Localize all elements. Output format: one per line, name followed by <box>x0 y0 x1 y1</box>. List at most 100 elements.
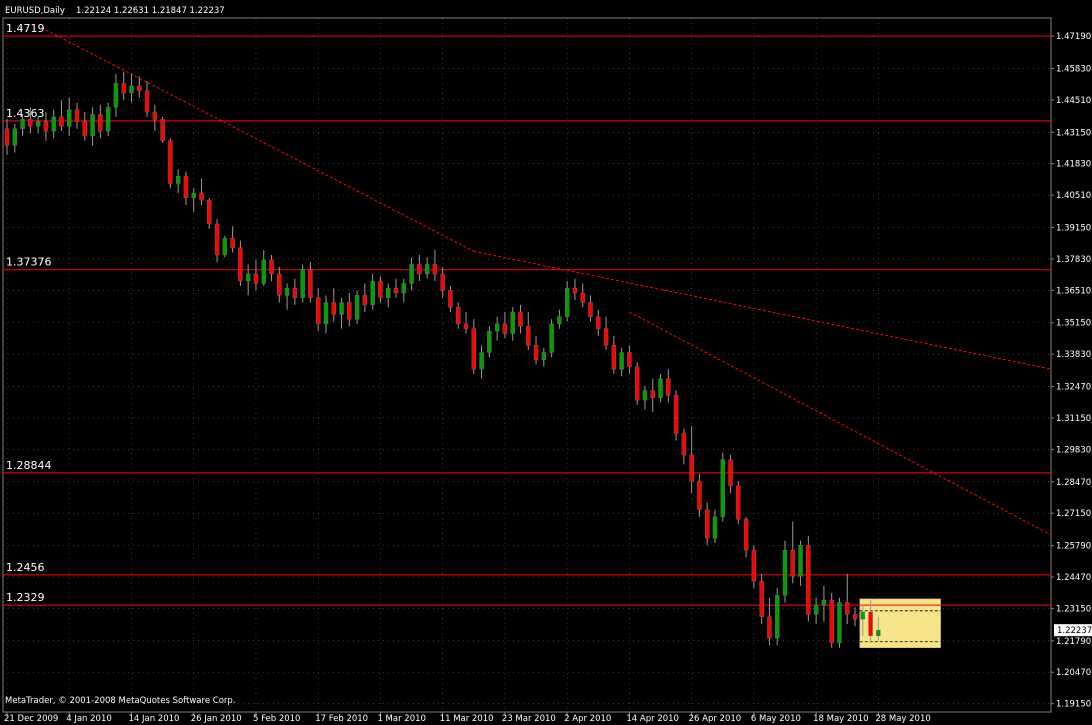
candle-body-bull <box>860 611 865 620</box>
candle-body-bull <box>557 316 562 325</box>
candle-body-bear <box>316 297 321 325</box>
candle-body-bear <box>362 295 368 306</box>
price-tick-label: 1.32470 <box>1056 383 1091 393</box>
price-tick-label: 1.21790 <box>1056 637 1091 647</box>
price-tick-label: 1.45830 <box>1056 64 1091 74</box>
candle-body-bear <box>137 85 142 91</box>
candle[interactable] <box>775 588 780 646</box>
chart-header-ohlc: 1.22124 1.22631 1.21847 1.22237 <box>76 6 225 16</box>
candle-body-bear <box>168 140 173 184</box>
candle-body-bull <box>564 288 570 317</box>
candle[interactable] <box>160 116 165 143</box>
time-tick-label: 28 May 2010 <box>875 714 930 724</box>
price-tick-label: 1.33830 <box>1056 350 1091 360</box>
price-tick-label: 1.25790 <box>1056 542 1091 552</box>
candle-body-bull <box>821 599 827 606</box>
candle-body-bear <box>152 111 158 120</box>
price-tick-label: 1.24470 <box>1056 573 1091 583</box>
candle-body-bull <box>720 459 725 517</box>
candle-body-bear <box>230 238 235 248</box>
time-tick-label: 17 Feb 2010 <box>315 714 368 724</box>
candle-body-bull <box>642 390 648 401</box>
candle[interactable] <box>806 535 811 622</box>
candle-body-bear <box>580 292 585 303</box>
candle-body-bull <box>105 107 111 132</box>
level-label: 1.2456 <box>6 561 45 574</box>
candle-body-bull <box>113 83 119 108</box>
candle[interactable] <box>759 573 764 624</box>
candle[interactable] <box>354 290 360 324</box>
candle-body-bear <box>845 602 850 615</box>
candle-body-bear <box>471 328 476 370</box>
candle-body-bull <box>261 259 266 284</box>
price-tick-label: 1.44510 <box>1056 96 1091 106</box>
candle-body-bull <box>401 283 406 294</box>
candle[interactable] <box>549 319 554 358</box>
candlestick-chart[interactable]: 1.4719 1.4363 1.37376 1.28844 1.2456 1.2329 1… <box>0 0 1092 725</box>
candle-body-bull <box>712 516 718 539</box>
candle-body-bull <box>370 280 375 306</box>
candle[interactable] <box>837 597 842 648</box>
candle-body-bear <box>417 264 422 275</box>
price-tick-label: 1.29830 <box>1056 445 1091 455</box>
candle-body-bull <box>386 288 391 298</box>
candle[interactable] <box>222 235 228 258</box>
candle-body-bear <box>533 345 539 360</box>
level-label: 1.2329 <box>6 591 45 604</box>
candle-body-bear <box>526 326 531 346</box>
candle-body-bear <box>121 83 126 94</box>
candle-body-bear <box>331 302 336 315</box>
candle[interactable] <box>829 592 834 648</box>
candle[interactable] <box>168 138 173 189</box>
candle-body-bear <box>43 121 49 132</box>
candle[interactable] <box>105 102 111 136</box>
candle-body-bull <box>837 602 842 644</box>
candle[interactable] <box>487 326 492 358</box>
price-tick-label: 1.39150 <box>1056 224 1091 234</box>
price-tick-label: 1.37830 <box>1056 255 1091 265</box>
candle-body-bear <box>456 307 461 325</box>
time-tick-label: 21 Dec 2009 <box>4 714 58 724</box>
candle[interactable] <box>634 362 640 405</box>
candle-body-bear <box>199 192 204 201</box>
time-tick-label: 4 Jan 2010 <box>66 714 112 724</box>
price-tick-label: 1.20470 <box>1056 668 1091 678</box>
time-tick-label: 2 Apr 2010 <box>564 714 611 724</box>
price-tick-label: 1.31150 <box>1056 414 1091 424</box>
candle-body-bear <box>596 316 601 329</box>
price-tick-label: 1.19150 <box>1056 700 1091 710</box>
candle[interactable] <box>736 481 741 524</box>
candle-body-bear <box>588 302 593 317</box>
price-tick-label: 1.43150 <box>1056 128 1091 138</box>
candle-body-bear <box>852 614 858 620</box>
candle-body-bear <box>806 545 811 615</box>
candle-body-bear <box>463 323 469 329</box>
candle-body-bear <box>705 509 710 539</box>
candle-body-bull <box>658 378 663 398</box>
level-label: 1.28844 <box>6 459 52 472</box>
candle-body-bull <box>20 118 25 129</box>
time-tick-label: 26 Apr 2010 <box>689 714 742 724</box>
candle-body-bear <box>347 302 352 320</box>
candle-body-bear <box>378 280 383 298</box>
candle-body-bull <box>284 288 290 296</box>
candle-body-bear <box>650 390 655 398</box>
candle[interactable] <box>207 197 212 229</box>
candle-body-bull <box>541 352 547 360</box>
time-axis[interactable]: 21 Dec 2009 4 Jan 2010 14 Jan 2010 26 Jan 2… <box>4 712 931 724</box>
candle-body-bear <box>666 378 671 396</box>
price-tick-label: 1.47190 <box>1056 32 1091 42</box>
candle-body-bull <box>775 595 780 639</box>
candle-body-bull <box>129 85 134 94</box>
candle-body-bear <box>98 114 103 132</box>
candle[interactable] <box>720 452 725 522</box>
candle-body-bear <box>689 454 694 482</box>
candle-body-bull <box>510 311 515 334</box>
candle-body-bear <box>393 288 399 294</box>
candle-body-bull <box>424 264 430 275</box>
candle-body-bear <box>432 264 438 275</box>
candle-body-bull <box>67 109 72 127</box>
candle[interactable] <box>300 264 305 303</box>
candle[interactable] <box>673 390 679 441</box>
candle-body-bull <box>191 192 196 198</box>
